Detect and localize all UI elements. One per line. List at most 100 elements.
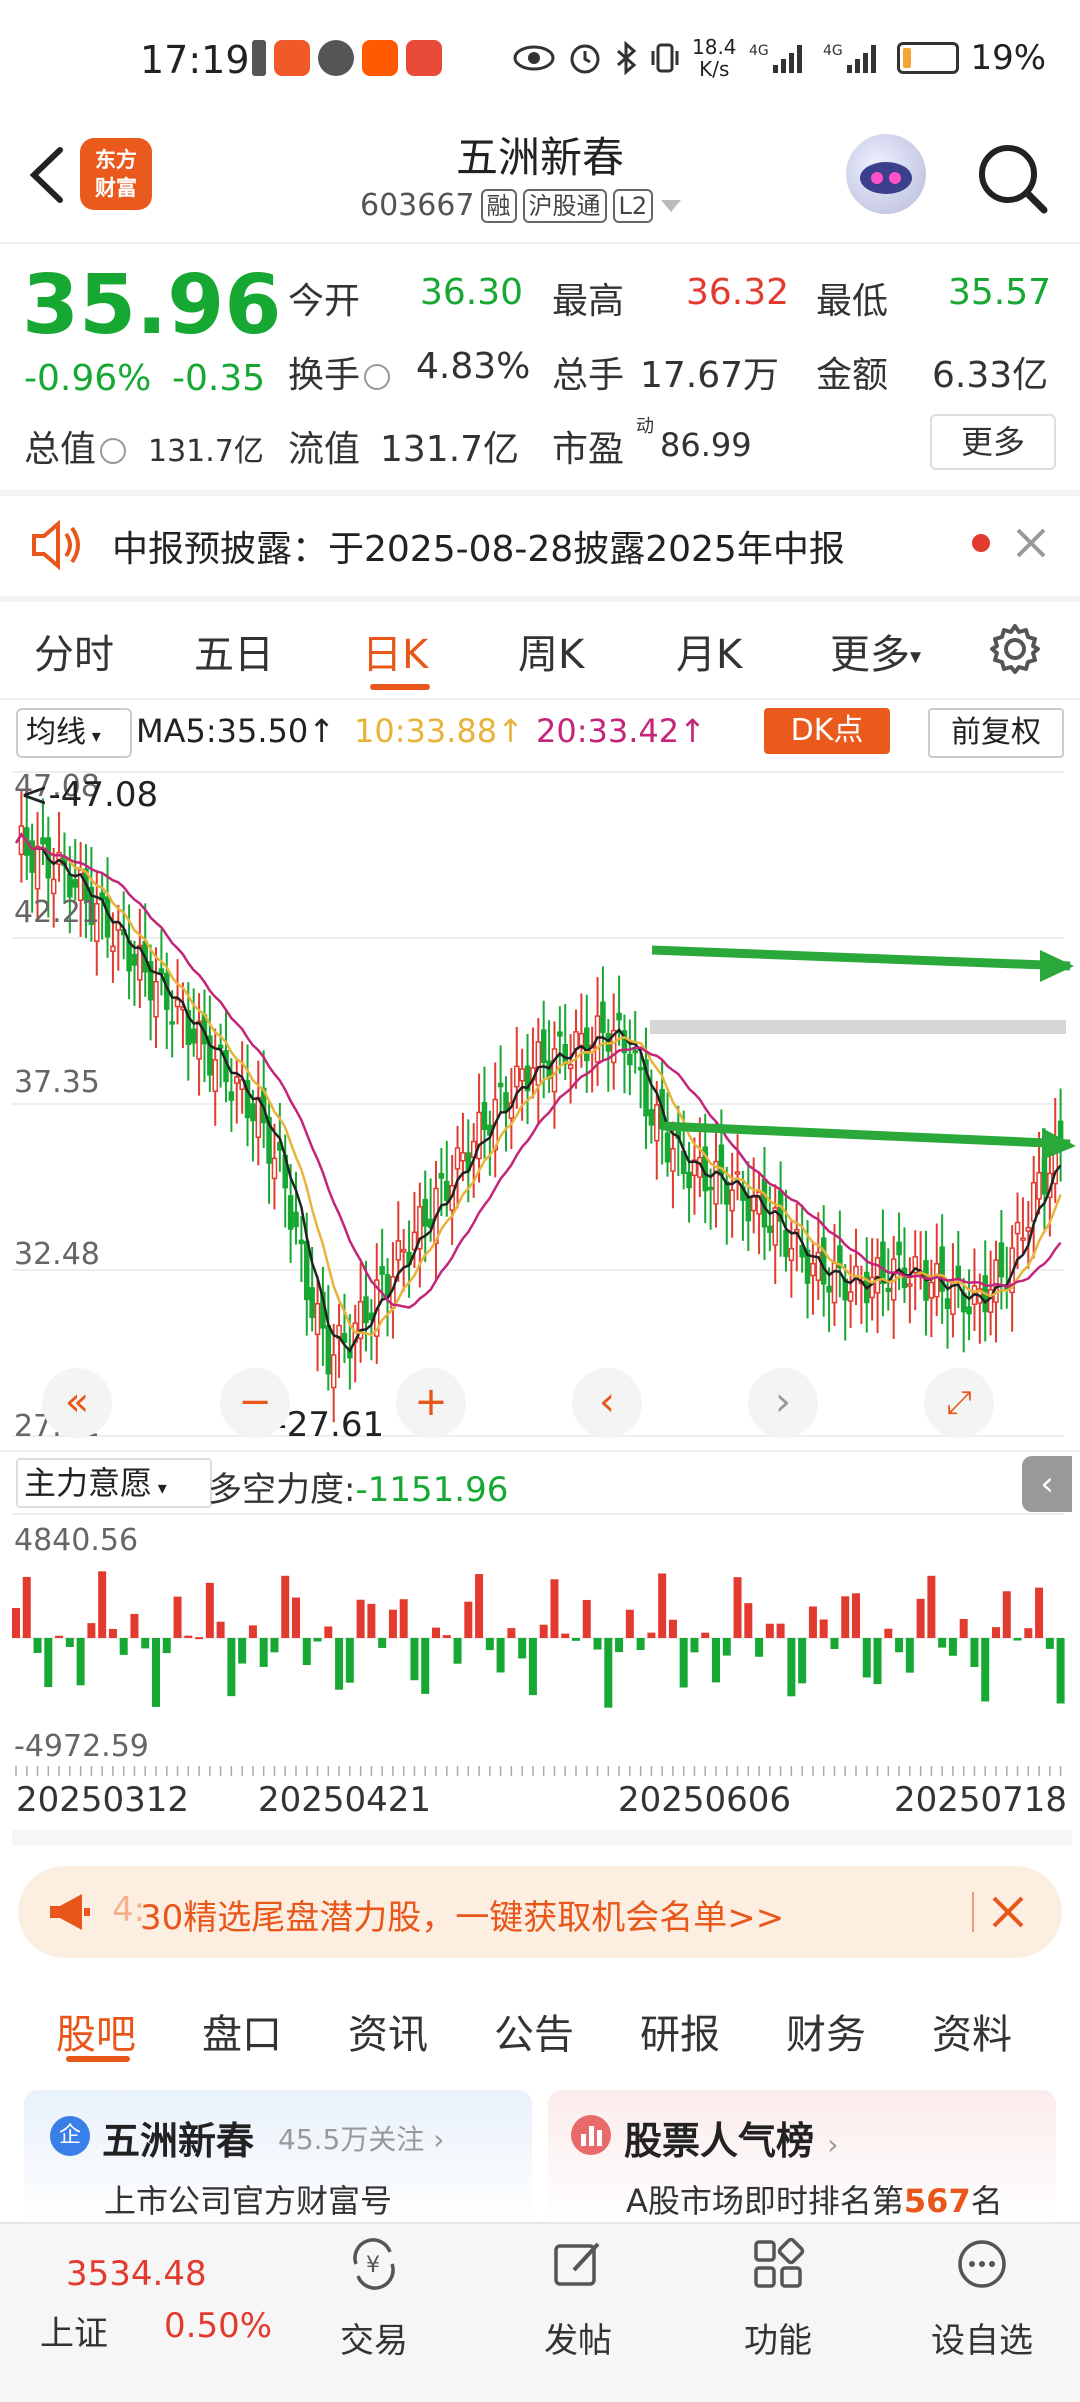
tab-weekly-k[interactable]: 周K: [518, 622, 584, 680]
card-left-follow: 45.5万关注 ›: [278, 2123, 445, 2156]
candle-body: [190, 1028, 197, 1044]
y-tick-4: 32.48: [14, 1237, 100, 1272]
indicator-bar: [765, 1623, 774, 1638]
tab-announcement[interactable]: 公告: [494, 2002, 574, 2060]
indicator-bar: [948, 1638, 957, 1656]
scroll-right-icon[interactable]: ›: [748, 1368, 818, 1438]
date-label-3: 20250606: [618, 1780, 792, 1820]
settings-gear-icon[interactable]: [988, 622, 1042, 676]
open-label: 今开: [288, 281, 361, 322]
candle-body: [707, 1186, 714, 1191]
search-icon[interactable]: [972, 138, 1052, 218]
card-left-sub: 上市公司官方财富号: [104, 2182, 393, 2220]
alarm-icon: [570, 44, 600, 74]
indicator-bar: [572, 1638, 580, 1641]
signal-icon-2: 4G: [823, 43, 876, 73]
high-label: 最高: [552, 281, 625, 322]
candle-body: [34, 845, 41, 890]
collapse-panel-button[interactable]: ‹: [1022, 1456, 1072, 1512]
indicator-bar: [162, 1638, 171, 1654]
tab-more[interactable]: 更多▾: [830, 622, 921, 680]
tab-finance[interactable]: 财务: [786, 2002, 866, 2060]
indicator-bar: [755, 1638, 764, 1657]
indicator-bar: [701, 1632, 710, 1638]
candle-body: [444, 1180, 450, 1201]
candle-body: [928, 1281, 935, 1299]
indicator-bar: [195, 1637, 204, 1640]
indicator-bar: [550, 1579, 559, 1638]
index-name[interactable]: 上证: [40, 2306, 108, 2355]
indicator-min: -4972.59: [14, 1729, 149, 1764]
indicator-bar: [615, 1638, 624, 1653]
stock-subtitle[interactable]: 603667 融 沪股通 L2: [360, 188, 683, 223]
candle-body: [309, 1287, 315, 1319]
robot-assistant-icon[interactable]: [846, 134, 926, 214]
more-quote-button[interactable]: 更多: [930, 414, 1056, 470]
nav-post[interactable]: 发帖: [522, 2236, 634, 2362]
ma10-value: 10:33.88↑: [354, 712, 524, 750]
tab-guba[interactable]: 股吧: [56, 2002, 136, 2060]
tab-monthly-k[interactable]: 月K: [676, 622, 742, 680]
ranking-icon: [571, 2115, 611, 2155]
close-icon[interactable]: [1014, 526, 1048, 560]
indicator-bar: [970, 1638, 979, 1667]
candle-body: [584, 1027, 590, 1062]
resistance-band: [650, 1020, 1066, 1034]
candle-body: [627, 1053, 633, 1066]
candle-body: [379, 1266, 385, 1275]
indicator-select[interactable]: 主力意愿 ▾: [16, 1458, 212, 1508]
candle-body: [896, 1241, 902, 1256]
zoom-out-icon[interactable]: −: [220, 1368, 290, 1438]
trend-arrow-1: [651, 945, 1071, 971]
candle-body: [998, 1242, 1005, 1278]
indicator-bar: [44, 1638, 53, 1688]
candle-body: [298, 1239, 305, 1245]
kline-chart[interactable]: 47.08 42.21 37.35 32.48 27.61 <-47.08 <-…: [0, 760, 1080, 1450]
yuan-exchange-icon: ¥: [353, 2238, 395, 2290]
candle-body: [686, 1171, 692, 1189]
tab-profile[interactable]: 资料: [932, 2002, 1012, 2060]
indicator-bar: [1045, 1638, 1054, 1649]
indicator-bar: [658, 1573, 667, 1638]
nav-trade[interactable]: ¥ 交易: [318, 2236, 430, 2362]
status-time: 17:19: [140, 38, 250, 82]
nav-functions[interactable]: 功能: [722, 2236, 834, 2362]
scroll-left-fast-icon[interactable]: «: [42, 1368, 112, 1438]
info-icon[interactable]: [100, 438, 127, 464]
banner-text[interactable]: 30精选尾盘潜力股，一键获取机会名单>>: [140, 1890, 784, 1939]
indicator-bar: [76, 1638, 85, 1686]
fullscreen-icon[interactable]: ⤢: [924, 1368, 994, 1438]
info-icon[interactable]: [364, 364, 391, 390]
indicator-bar: [22, 1576, 31, 1638]
indicator-bar: [518, 1638, 527, 1659]
zoom-in-icon[interactable]: +: [396, 1368, 466, 1438]
candle-body: [293, 1211, 299, 1228]
indicator-bar: [1013, 1638, 1022, 1641]
tab-daily-k[interactable]: 日K: [362, 622, 428, 680]
indicator-bar: [12, 1608, 20, 1638]
dk-point-button[interactable]: DK点: [764, 708, 890, 754]
indicator-bar: [227, 1638, 236, 1697]
indicator-bar: [561, 1633, 570, 1638]
ma-select[interactable]: 均线 ▾: [16, 708, 132, 758]
tab-intraday[interactable]: 分时: [34, 622, 114, 680]
indicator-bar: [636, 1638, 645, 1650]
close-icon[interactable]: [990, 1894, 1026, 1930]
indicator-label: 多空力度:-1151.96: [208, 1470, 509, 1510]
candle-body: [287, 1195, 294, 1230]
notice-text[interactable]: 中报预披露：于2025-08-28披露2025年中报: [112, 520, 845, 572]
adjust-button[interactable]: 前复权: [928, 708, 1064, 758]
scroll-left-icon[interactable]: ‹: [572, 1368, 642, 1438]
tab-pankou[interactable]: 盘口: [202, 2002, 282, 2060]
tab-five-day[interactable]: 五日: [194, 622, 274, 680]
candle-body: [438, 1172, 445, 1179]
tab-research[interactable]: 研报: [640, 2002, 720, 2060]
candle-body: [831, 1262, 838, 1304]
change-amount: -0.35: [172, 358, 266, 399]
index-change[interactable]: 0.50%: [164, 2306, 272, 2346]
nav-watchlist-settings[interactable]: 设自选: [912, 2236, 1052, 2362]
tag-connect: 沪股通: [522, 188, 607, 223]
tab-news[interactable]: 资讯: [348, 2002, 428, 2060]
index-value[interactable]: 3534.48: [66, 2254, 207, 2294]
tag-level2: L2: [612, 188, 654, 223]
